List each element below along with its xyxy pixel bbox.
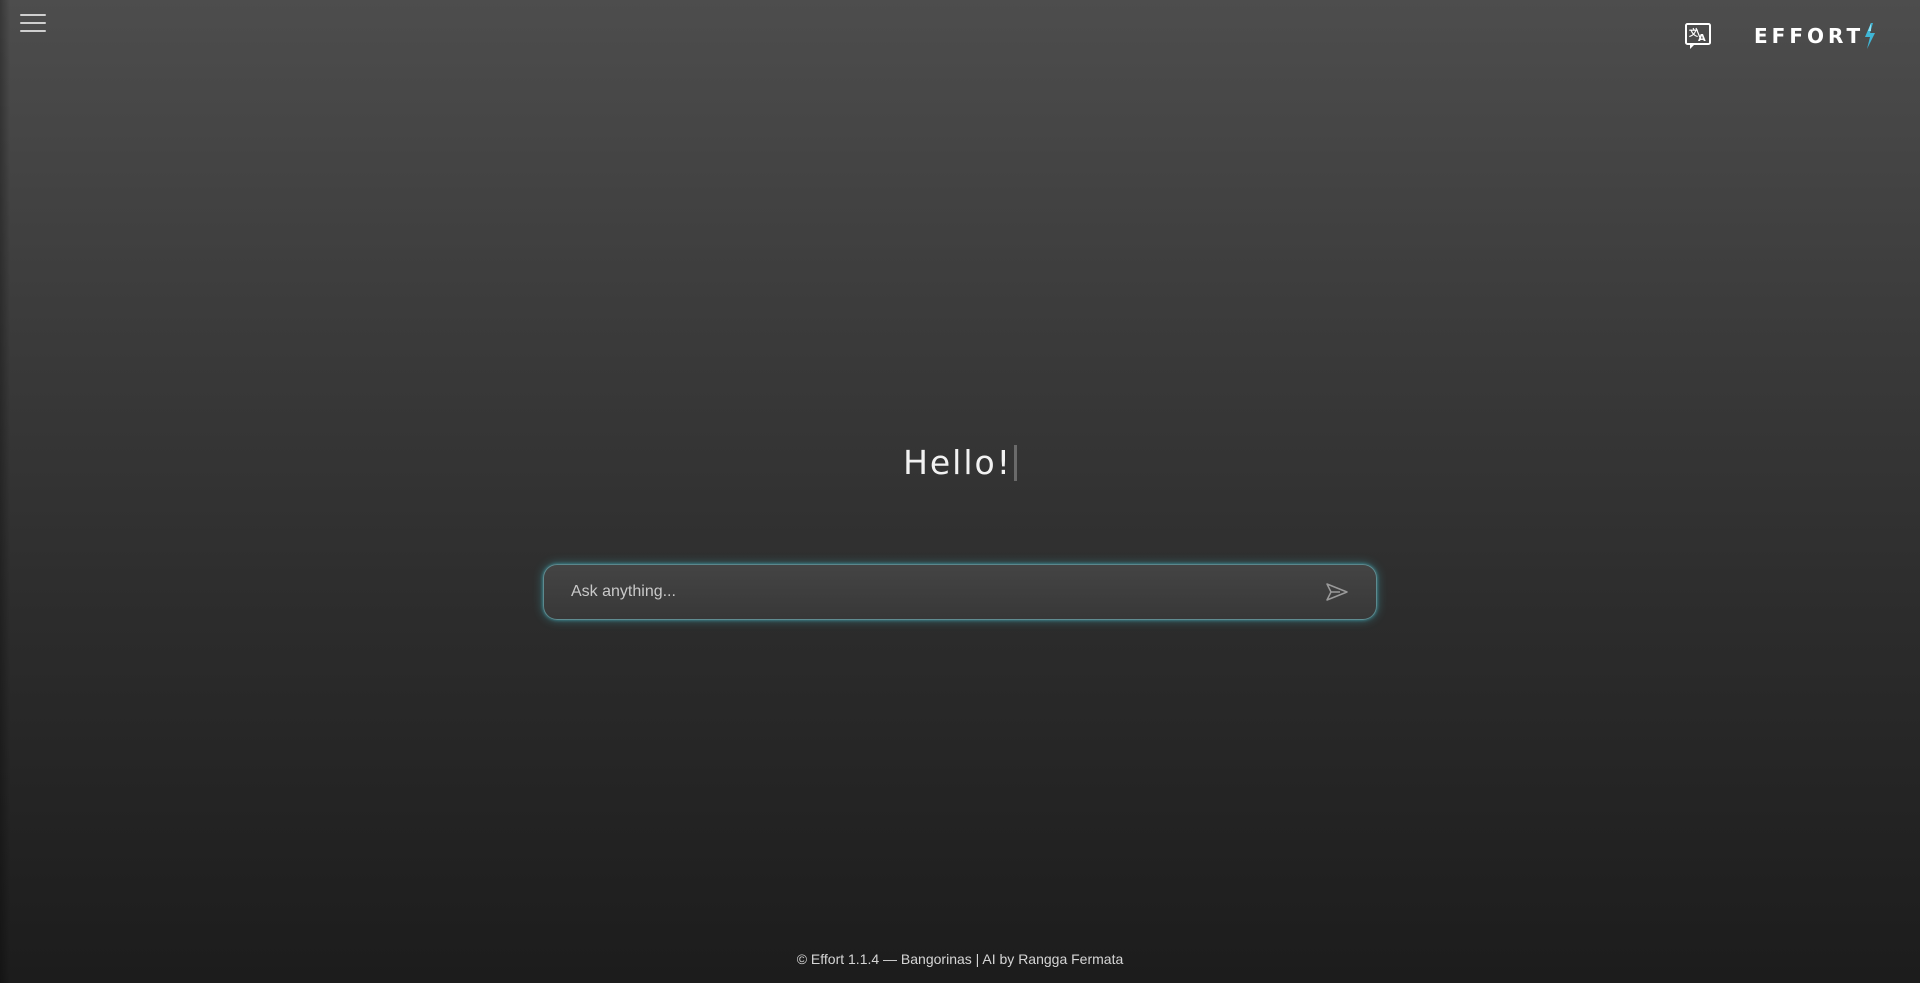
hamburger-menu-icon-line xyxy=(20,30,46,32)
footer-credits: © Effort 1.1.4 — Bangorinas | AI by Rang… xyxy=(796,951,1124,967)
lightning-bolt-icon xyxy=(1865,23,1876,49)
send-button[interactable] xyxy=(1324,579,1350,605)
left-edge-shadow xyxy=(0,0,10,983)
menu-button[interactable] xyxy=(20,12,46,34)
translate-button[interactable]: 文 A xyxy=(1684,22,1712,50)
chat-input-container xyxy=(543,564,1377,620)
chat-input[interactable] xyxy=(544,565,1324,619)
greeting-heading: Hello! xyxy=(0,440,1920,486)
send-arrow-icon xyxy=(1326,583,1348,601)
brand-logo[interactable]: EFFORT xyxy=(1754,22,1878,50)
greeting-text: Hello! xyxy=(903,443,1012,482)
hamburger-menu-icon-line xyxy=(20,14,46,16)
typing-cursor xyxy=(1013,444,1017,481)
translate-icon: 文 A xyxy=(1685,23,1711,49)
hamburger-menu-icon-line xyxy=(20,22,46,24)
brand-name: EFFORT xyxy=(1754,24,1865,48)
